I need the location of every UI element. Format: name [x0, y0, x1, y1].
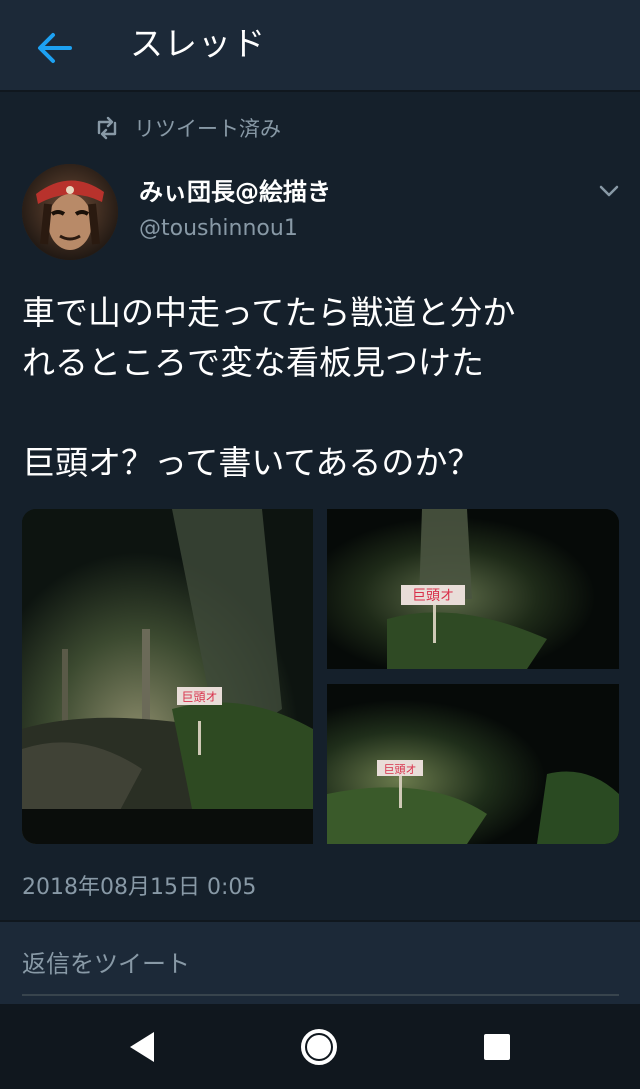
photo[interactable]: 巨頭オ: [327, 509, 619, 669]
tweet-line: 巨頭オ？って書いてあるのか？: [22, 443, 481, 482]
circle-home-icon[interactable]: [298, 1026, 340, 1068]
photo[interactable]: 巨頭オ: [327, 684, 619, 844]
reply-bar: 返信をツイート: [0, 920, 640, 1004]
tweet-line: 車で山の中走ってたら獣道と分か: [22, 293, 516, 332]
arrow-left-icon[interactable]: [34, 28, 74, 68]
retweet-label: リツイート済み: [134, 117, 281, 141]
retweet-icon: [97, 116, 117, 140]
triangle-back-icon[interactable]: [122, 1026, 164, 1068]
author-name[interactable]: みぃ団長@絵描き: [139, 176, 331, 208]
chevron-down-icon[interactable]: [596, 178, 622, 204]
sign-text: 巨頭オ: [384, 763, 417, 776]
tweet-line: れるところで変な看板見つけた: [22, 343, 484, 382]
square-recents-icon[interactable]: [476, 1026, 518, 1068]
page-title: スレッド: [130, 24, 266, 63]
tweet-timestamp: 2018年08月15日 0:05: [22, 875, 257, 900]
author-handle[interactable]: @toushinnou1: [139, 214, 298, 244]
avatar[interactable]: [22, 164, 118, 260]
photo[interactable]: 巨頭オ: [22, 509, 313, 844]
app-header: スレッド: [0, 0, 640, 92]
tweet-text: 車で山の中走ってたら獣道と分か れるところで変な看板見つけた 巨頭オ？って書いて…: [22, 288, 622, 488]
reply-input[interactable]: 返信をツイート: [22, 944, 619, 996]
sign-text: 巨頭オ: [412, 588, 454, 604]
system-navbar: [0, 1004, 640, 1089]
retweet-indicator: リツイート済み: [94, 112, 281, 144]
sign-text: 巨頭オ: [181, 690, 217, 704]
media-grid: 巨頭オ 巨頭オ 巨頭オ: [22, 509, 619, 844]
